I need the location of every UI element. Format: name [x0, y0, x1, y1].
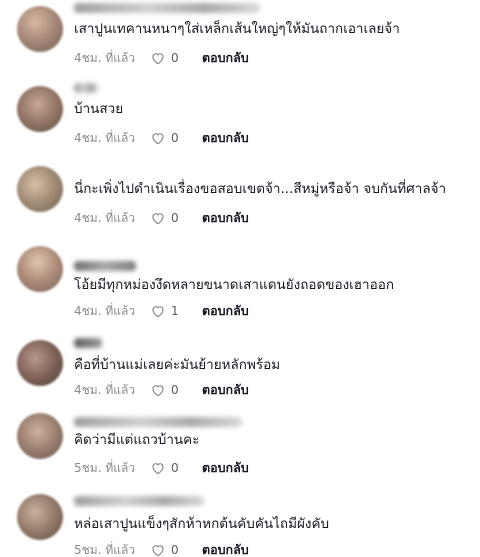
- avatar[interactable]: [17, 86, 63, 132]
- like-count: 0: [171, 211, 179, 225]
- heart-outline-icon: [152, 545, 164, 557]
- like-count: 0: [171, 461, 179, 475]
- like-button[interactable]: 0: [150, 382, 202, 398]
- comment-meta: 4ชม. ที่แล้ว 0 ตอบกลับ: [74, 209, 249, 227]
- heart-outline-icon: [152, 306, 164, 318]
- timestamp: 4ชม. ที่แล้ว: [74, 50, 136, 65]
- comment-meta: 4ชม. ที่แล้ว 1 ตอบกลับ: [74, 302, 249, 320]
- username-blurred: [74, 338, 102, 348]
- like-count: 1: [171, 304, 179, 318]
- username-blurred: [74, 417, 242, 427]
- reply-button[interactable]: ตอบกลับ: [202, 48, 249, 68]
- comment-item: โอ้ยมีทุกหม่องงึดหลายขนาดเสาแดนยังถอดของ…: [0, 240, 480, 320]
- heart-outline-icon: [152, 463, 164, 475]
- comment-meta: 5ชม. ที่แล้ว 0 ตอบกลับ: [74, 459, 249, 477]
- heart-outline-icon: [152, 213, 164, 225]
- avatar[interactable]: [17, 166, 63, 212]
- like-count: 0: [171, 543, 179, 557]
- comment-item: เสาปูนเทคานหนาๆใส่เหล็กเส้นใหญ่ๆให้มันถา…: [0, 0, 480, 80]
- username-blurred: [74, 261, 136, 271]
- like-button[interactable]: 0: [150, 130, 202, 146]
- comment-text: นี่กะเพิ่งไปดำเนินเรื่องขอสอบเขตจ้า...สี…: [74, 181, 447, 197]
- comment-text: เสาปูนเทคานหนาๆใส่เหล็กเส้นใหญ่ๆให้มันถา…: [74, 21, 400, 37]
- like-count: 0: [171, 383, 179, 397]
- comment-item: หล่อเสาปูนแข็งๆสักห้าหกต้นคับคันไถมีผังค…: [0, 484, 480, 557]
- timestamp: 4ชม. ที่แล้ว: [74, 210, 136, 225]
- like-count: 0: [171, 131, 179, 145]
- avatar[interactable]: [17, 6, 63, 52]
- comment-text: บ้านสวย: [74, 101, 124, 117]
- comment-meta: 4ชม. ที่แล้ว 0 ตอบกลับ: [74, 49, 249, 67]
- reply-button[interactable]: ตอบกลับ: [202, 540, 249, 557]
- like-count: 0: [171, 51, 179, 65]
- comment-meta: 5ชม. ที่แล้ว 0 ตอบกลับ: [74, 541, 249, 557]
- like-button[interactable]: 0: [150, 210, 202, 226]
- avatar[interactable]: [17, 340, 63, 386]
- avatar[interactable]: [17, 246, 63, 292]
- like-button[interactable]: 0: [150, 542, 202, 557]
- avatar[interactable]: [17, 413, 63, 459]
- timestamp: 4ชม. ที่แล้ว: [74, 382, 136, 397]
- timestamp: 4ชม. ที่แล้ว: [74, 303, 136, 318]
- timestamp: 5ชม. ที่แล้ว: [74, 542, 136, 557]
- like-button[interactable]: 0: [150, 50, 202, 66]
- comment-item: บ้านสวย 4ชม. ที่แล้ว 0 ตอบกลับ: [0, 80, 480, 160]
- comment-meta: 4ชม. ที่แล้ว 0 ตอบกลับ: [74, 381, 249, 399]
- avatar[interactable]: [17, 494, 63, 540]
- like-button[interactable]: 0: [150, 460, 202, 476]
- heart-outline-icon: [152, 385, 164, 397]
- comment-meta: 4ชม. ที่แล้ว 0 ตอบกลับ: [74, 129, 249, 147]
- comment-item: คือที่บ้านแม่เลยค่ะมันย้ายหลักพร้อม 4ชม.…: [0, 330, 480, 410]
- timestamp: 4ชม. ที่แล้ว: [74, 130, 136, 145]
- comment-item: คิดว่ามีแต่แถวบ้านคะ 5ชม. ที่แล้ว 0 ตอบก…: [0, 405, 480, 485]
- comment-item: นี่กะเพิ่งไปดำเนินเรื่องขอสอบเขตจ้า...สี…: [0, 160, 480, 240]
- comment-text: หล่อเสาปูนแข็งๆสักห้าหกต้นคับคันไถมีผังค…: [74, 516, 330, 532]
- username-blurred: [74, 83, 98, 93]
- reply-button[interactable]: ตอบกลับ: [202, 301, 249, 321]
- username-blurred: [74, 496, 204, 506]
- heart-outline-icon: [152, 133, 164, 145]
- reply-button[interactable]: ตอบกลับ: [202, 208, 249, 228]
- comment-text: โอ้ยมีทุกหม่องงึดหลายขนาดเสาแดนยังถอดของ…: [74, 277, 394, 293]
- like-button[interactable]: 1: [150, 303, 202, 319]
- reply-button[interactable]: ตอบกลับ: [202, 380, 249, 400]
- heart-outline-icon: [152, 53, 164, 65]
- reply-button[interactable]: ตอบกลับ: [202, 128, 249, 148]
- reply-button[interactable]: ตอบกลับ: [202, 458, 249, 478]
- username-blurred: [74, 3, 260, 13]
- comment-text: คิดว่ามีแต่แถวบ้านคะ: [74, 432, 200, 448]
- comment-text: คือที่บ้านแม่เลยค่ะมันย้ายหลักพร้อม: [74, 357, 281, 373]
- timestamp: 5ชม. ที่แล้ว: [74, 460, 136, 475]
